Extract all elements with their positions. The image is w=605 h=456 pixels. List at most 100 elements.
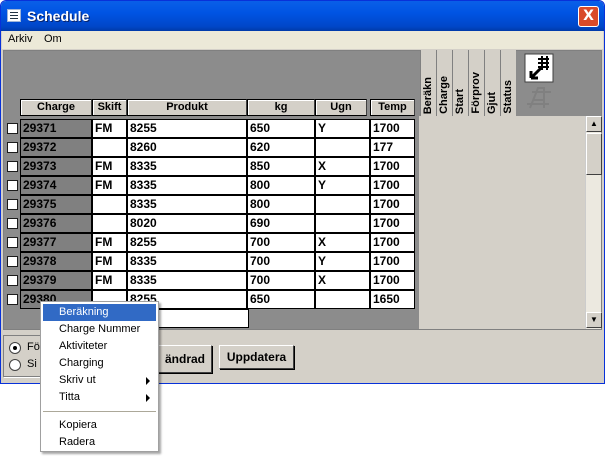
- scroll-up-button[interactable]: ▲: [586, 116, 602, 132]
- menu-om[interactable]: Om: [44, 33, 62, 45]
- cell-charge[interactable]: 29373: [20, 157, 92, 176]
- cell-kg[interactable]: 800: [247, 176, 315, 195]
- uppdatera-button[interactable]: Uppdatera: [219, 345, 294, 369]
- cell-kg[interactable]: 700: [247, 252, 315, 271]
- cell-produkt[interactable]: 8260: [127, 138, 247, 157]
- cell-skift[interactable]: FM: [92, 176, 127, 195]
- cell-ugn[interactable]: X: [315, 157, 370, 176]
- cell-produkt[interactable]: 8335: [127, 271, 247, 290]
- context-menu-separator: [43, 411, 156, 412]
- cell-ugn[interactable]: [315, 195, 370, 214]
- row-select-checkbox[interactable]: [7, 142, 18, 153]
- row-select-checkbox[interactable]: [7, 237, 18, 248]
- cell-skift[interactable]: FM: [92, 233, 127, 252]
- vertical-scrollbar[interactable]: ▲ ▼: [585, 116, 602, 329]
- cell-produkt[interactable]: 8255: [127, 119, 247, 138]
- cell-temp[interactable]: 1700: [370, 271, 415, 290]
- context-menu-item[interactable]: Skriv ut: [43, 372, 156, 389]
- cell-temp[interactable]: 1700: [370, 195, 415, 214]
- cell-ugn[interactable]: Y: [315, 119, 370, 138]
- cell-ugn[interactable]: [315, 290, 370, 309]
- cell-charge[interactable]: 29372: [20, 138, 92, 157]
- title-bar[interactable]: Schedule X: [1, 1, 604, 31]
- radio-fo[interactable]: [9, 342, 21, 354]
- row-select-checkbox[interactable]: [7, 256, 18, 267]
- cell-temp[interactable]: 1700: [370, 252, 415, 271]
- radio-si[interactable]: [9, 359, 21, 371]
- schedule-logo-icon: [527, 87, 551, 109]
- cell-ugn[interactable]: Y: [315, 176, 370, 195]
- cell-kg[interactable]: 620: [247, 138, 315, 157]
- cell-charge[interactable]: 29376: [20, 214, 92, 233]
- cell-temp[interactable]: 1700: [370, 119, 415, 138]
- row-select-checkbox[interactable]: [7, 123, 18, 134]
- col-header-start: Start: [452, 50, 468, 116]
- context-menu-item[interactable]: Charge Nummer: [43, 321, 156, 338]
- col-header-produkt[interactable]: Produkt: [127, 99, 247, 116]
- scroll-down-button[interactable]: ▼: [586, 312, 602, 328]
- cell-ugn[interactable]: X: [315, 233, 370, 252]
- col-header-charge[interactable]: Charge: [20, 99, 92, 116]
- cell-produkt[interactable]: 8335: [127, 176, 247, 195]
- table-icon-button[interactable]: [524, 53, 554, 83]
- cell-kg[interactable]: 690: [247, 214, 315, 233]
- cell-temp[interactable]: 1700: [370, 157, 415, 176]
- cell-temp[interactable]: 1650: [370, 290, 415, 309]
- cell-ugn[interactable]: [315, 138, 370, 157]
- cell-skift[interactable]: FM: [92, 157, 127, 176]
- logo-icon-button[interactable]: [524, 84, 554, 112]
- cell-ugn[interactable]: [315, 214, 370, 233]
- cell-skift[interactable]: [92, 195, 127, 214]
- cell-skift[interactable]: [92, 214, 127, 233]
- context-menu-item-label: Aktiviteter: [59, 340, 108, 352]
- cell-produkt[interactable]: 8020: [127, 214, 247, 233]
- cell-produkt[interactable]: 8255: [127, 233, 247, 252]
- cell-skift[interactable]: FM: [92, 119, 127, 138]
- row-select-checkbox[interactable]: [7, 294, 18, 305]
- cell-skift[interactable]: FM: [92, 252, 127, 271]
- context-menu-item[interactable]: Radera: [43, 434, 156, 451]
- row-select-checkbox[interactable]: [7, 275, 18, 286]
- cell-charge[interactable]: 29375: [20, 195, 92, 214]
- cell-kg[interactable]: 650: [247, 290, 315, 309]
- row-select-checkbox[interactable]: [7, 218, 18, 229]
- cell-ugn[interactable]: Y: [315, 252, 370, 271]
- cell-kg[interactable]: 650: [247, 119, 315, 138]
- cell-kg[interactable]: 700: [247, 271, 315, 290]
- col-header-ugn[interactable]: Ugn: [315, 99, 367, 116]
- col-header-kg[interactable]: kg: [247, 99, 315, 116]
- menu-arkiv[interactable]: Arkiv: [8, 33, 32, 45]
- col-header-temp[interactable]: Temp: [370, 99, 415, 116]
- cell-temp[interactable]: 1700: [370, 176, 415, 195]
- cell-temp[interactable]: 1700: [370, 214, 415, 233]
- cell-charge[interactable]: 29374: [20, 176, 92, 195]
- cell-produkt[interactable]: 8335: [127, 252, 247, 271]
- col-header-skift[interactable]: Skift: [92, 99, 127, 116]
- cell-produkt[interactable]: 8335: [127, 195, 247, 214]
- cell-kg[interactable]: 700: [247, 233, 315, 252]
- cell-kg[interactable]: 850: [247, 157, 315, 176]
- cell-skift[interactable]: FM: [92, 271, 127, 290]
- col-header-status-label: Status: [502, 80, 514, 114]
- row-select-checkbox[interactable]: [7, 180, 18, 191]
- cell-skift[interactable]: [92, 138, 127, 157]
- status-panel: [419, 116, 586, 329]
- row-select-checkbox[interactable]: [7, 199, 18, 210]
- context-menu-item[interactable]: Charging: [43, 355, 156, 372]
- cell-temp[interactable]: 177: [370, 138, 415, 157]
- cell-produkt[interactable]: 8335: [127, 157, 247, 176]
- cell-charge[interactable]: 29378: [20, 252, 92, 271]
- cell-temp[interactable]: 1700: [370, 233, 415, 252]
- cell-charge[interactable]: 29379: [20, 271, 92, 290]
- context-menu-item[interactable]: Beräkning: [43, 304, 156, 321]
- cell-ugn[interactable]: X: [315, 271, 370, 290]
- close-button[interactable]: X: [578, 6, 599, 27]
- context-menu-item[interactable]: Kopiera: [43, 417, 156, 434]
- cell-charge[interactable]: 29377: [20, 233, 92, 252]
- scroll-thumb[interactable]: [586, 133, 602, 175]
- row-select-checkbox[interactable]: [7, 161, 18, 172]
- context-menu-item[interactable]: Titta: [43, 389, 156, 406]
- cell-charge[interactable]: 29371: [20, 119, 92, 138]
- context-menu-item[interactable]: Aktiviteter: [43, 338, 156, 355]
- cell-kg[interactable]: 800: [247, 195, 315, 214]
